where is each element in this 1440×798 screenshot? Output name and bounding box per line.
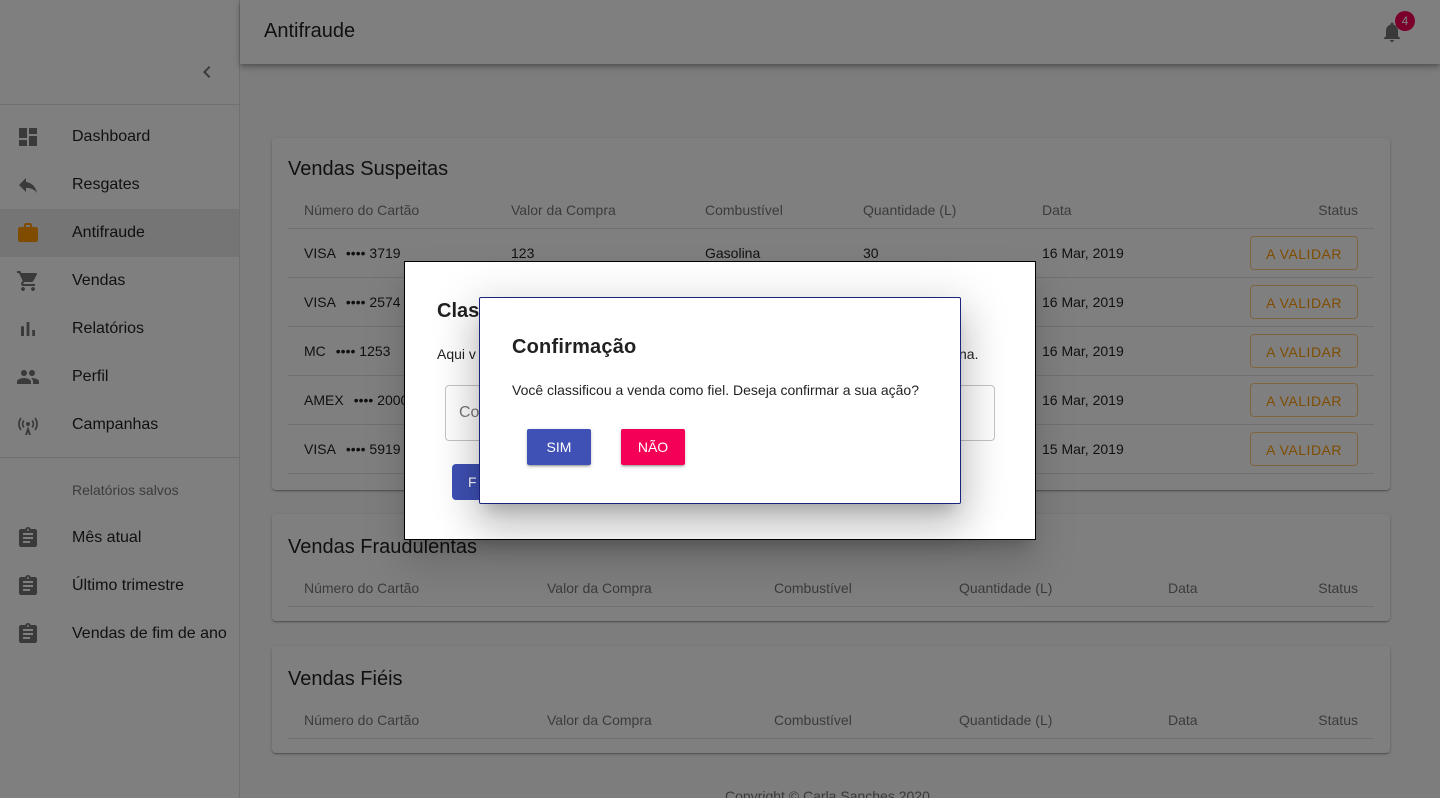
dialog-message: Você classificou a venda como fiel. Dese…	[512, 382, 919, 398]
confirm-no-button[interactable]: NÃO	[621, 429, 685, 465]
confirm-dialog: Confirmação Você classificou a venda com…	[479, 297, 961, 504]
dialog-title: Confirmação	[512, 336, 637, 358]
confirm-yes-button[interactable]: SIM	[527, 429, 591, 465]
